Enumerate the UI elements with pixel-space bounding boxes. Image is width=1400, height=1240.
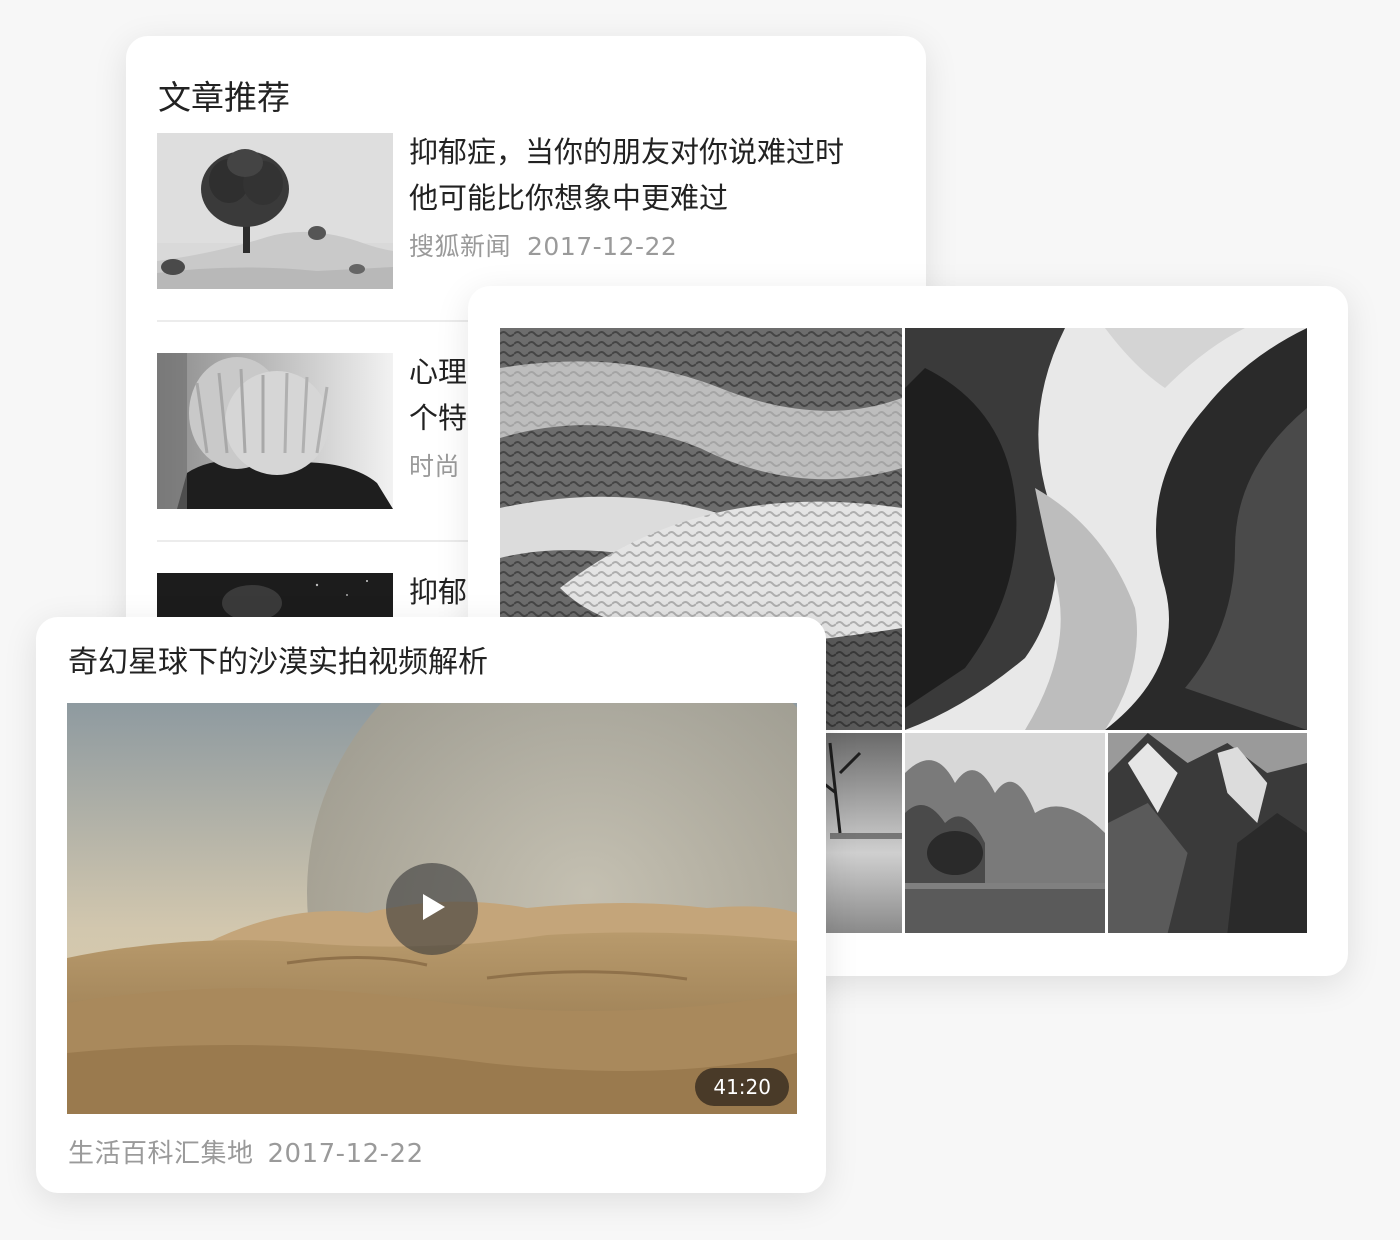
play-button[interactable] <box>386 863 478 955</box>
video-card: 奇幻星球下的沙漠实拍视频解析 41:20 生活百科汇集地 2017-12-22 <box>36 617 826 1193</box>
video-date: 2017-12-22 <box>267 1139 424 1169</box>
video-source: 生活百科汇集地 <box>68 1139 254 1169</box>
article-meta: 搜狐新闻 2017-12-22 <box>409 227 677 263</box>
article-source: 搜狐新闻 <box>409 232 512 261</box>
gallery-image-canyon[interactable] <box>905 328 1307 730</box>
article-meta: 时尚 <box>409 447 460 483</box>
article-card-heading: 文章推荐 <box>158 78 290 117</box>
gallery-image-mountain[interactable] <box>1108 733 1307 933</box>
article-source: 时尚 <box>409 452 461 481</box>
video-player[interactable]: 41:20 <box>67 703 797 1114</box>
video-title[interactable]: 奇幻星球下的沙漠实拍视频解析 <box>68 643 488 683</box>
article-thumbnail-hands[interactable] <box>157 353 393 509</box>
article-item[interactable]: 抑郁症，当你的朋友对你说难过时 他可能比你想象中更难过 搜狐新闻 2017-12-… <box>157 133 897 293</box>
gallery-image-karst[interactable] <box>905 733 1105 933</box>
article-thumbnail-tree[interactable] <box>157 133 393 289</box>
video-meta: 生活百科汇集地 2017-12-22 <box>68 1133 424 1170</box>
duration-badge: 41:20 <box>695 1068 789 1106</box>
article-title[interactable]: 抑郁症，当你的朋友对你说难过时 他可能比你想象中更难过 <box>409 129 897 221</box>
article-date: 2017-12-22 <box>527 232 678 261</box>
play-icon <box>415 890 449 928</box>
